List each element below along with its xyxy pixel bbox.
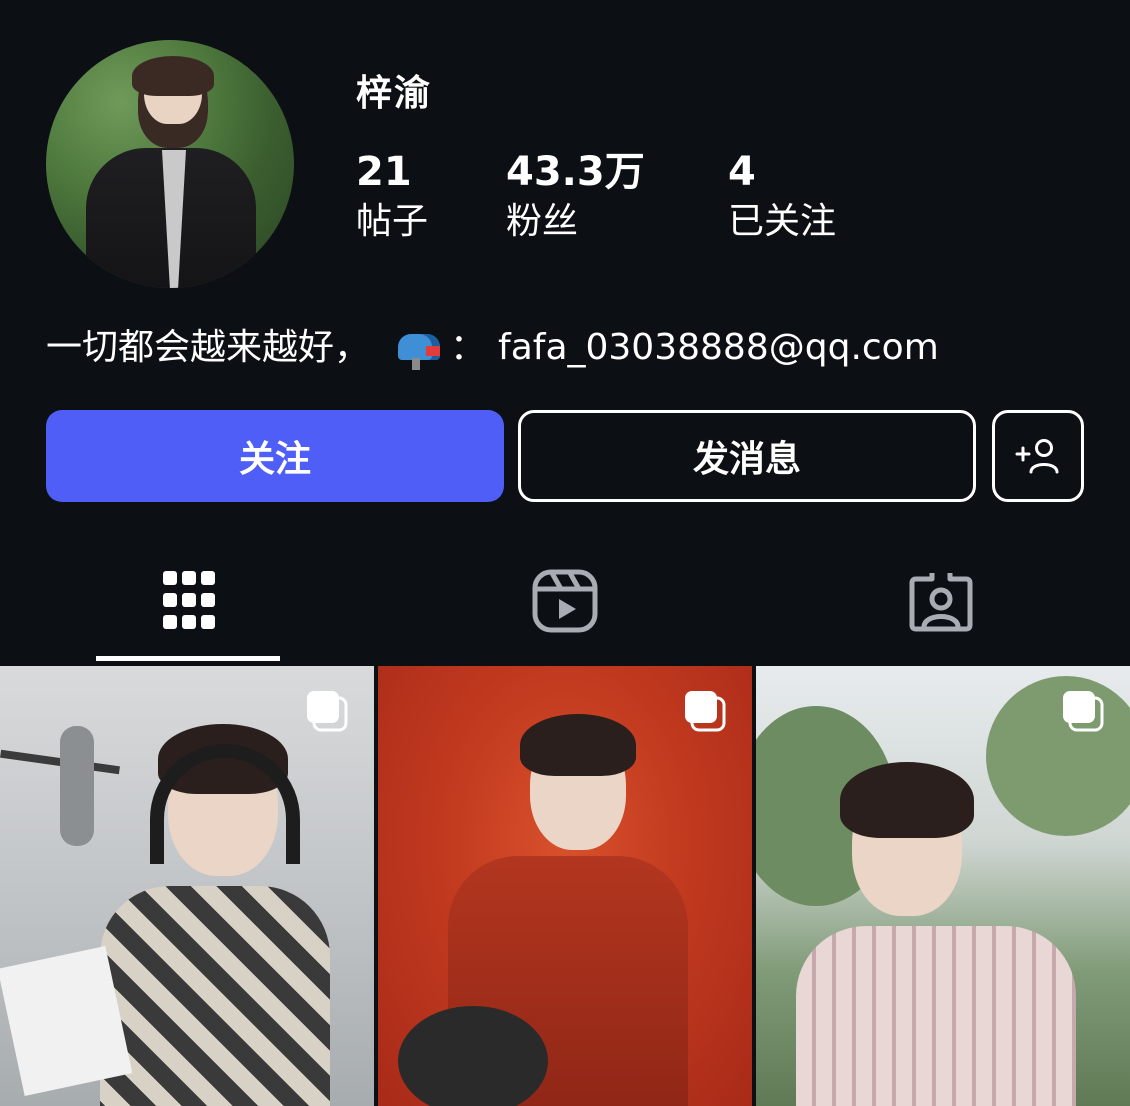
reels-icon (532, 569, 598, 633)
stat-followers-count: 43.3万 (506, 149, 645, 195)
stat-following-label: 已关注 (728, 201, 837, 242)
tagged-icon (909, 573, 973, 632)
multi-image-icon (1063, 691, 1104, 732)
stat-following-count: 4 (728, 149, 756, 195)
posts-grid (0, 666, 1130, 1106)
profile-username: 梓渝 (356, 73, 433, 114)
figure-body (796, 926, 1076, 1106)
post-thumbnail[interactable] (0, 666, 374, 1106)
stat-following[interactable]: 4 已关注 (728, 148, 836, 246)
active-tab-indicator (96, 656, 280, 661)
microphone-graphic (60, 726, 94, 846)
message-button[interactable]: 发消息 (518, 410, 976, 502)
tree-graphic (986, 676, 1130, 836)
mailbox-icon (396, 328, 444, 370)
profile-avatar[interactable] (46, 40, 294, 288)
bio-separator: ： (450, 327, 487, 368)
stat-followers-label: 粉丝 (506, 201, 579, 242)
profile-bio: 一切都会越来越好， ： fafa_03038888@qq.com (46, 322, 939, 374)
figure-hair (520, 714, 636, 776)
add-user-icon (1015, 439, 1059, 474)
tab-reels[interactable] (530, 566, 600, 636)
stat-posts[interactable]: 21 帖子 (356, 148, 428, 246)
figure-hair (840, 762, 974, 838)
post-thumbnail[interactable] (378, 666, 752, 1106)
stat-posts-label: 帖子 (356, 201, 429, 242)
avatar-figure-hair (132, 56, 214, 96)
stat-posts-count: 21 (356, 149, 412, 195)
follow-button[interactable]: 关注 (46, 410, 504, 502)
stat-followers[interactable]: 43.3万 粉丝 (506, 148, 645, 246)
bio-text: 一切都会越来越好， (46, 327, 371, 368)
post-thumbnail[interactable] (756, 666, 1130, 1106)
multi-image-icon (685, 691, 726, 732)
multi-image-icon (307, 691, 348, 732)
tab-posts-grid[interactable] (154, 566, 224, 636)
bio-email[interactable]: fafa_03038888@qq.com (498, 322, 939, 374)
add-user-button[interactable] (992, 410, 1084, 502)
figure-body (100, 886, 330, 1106)
grid-icon (163, 571, 215, 629)
skateboard-graphic (398, 1006, 548, 1106)
tab-tagged[interactable] (906, 566, 976, 636)
